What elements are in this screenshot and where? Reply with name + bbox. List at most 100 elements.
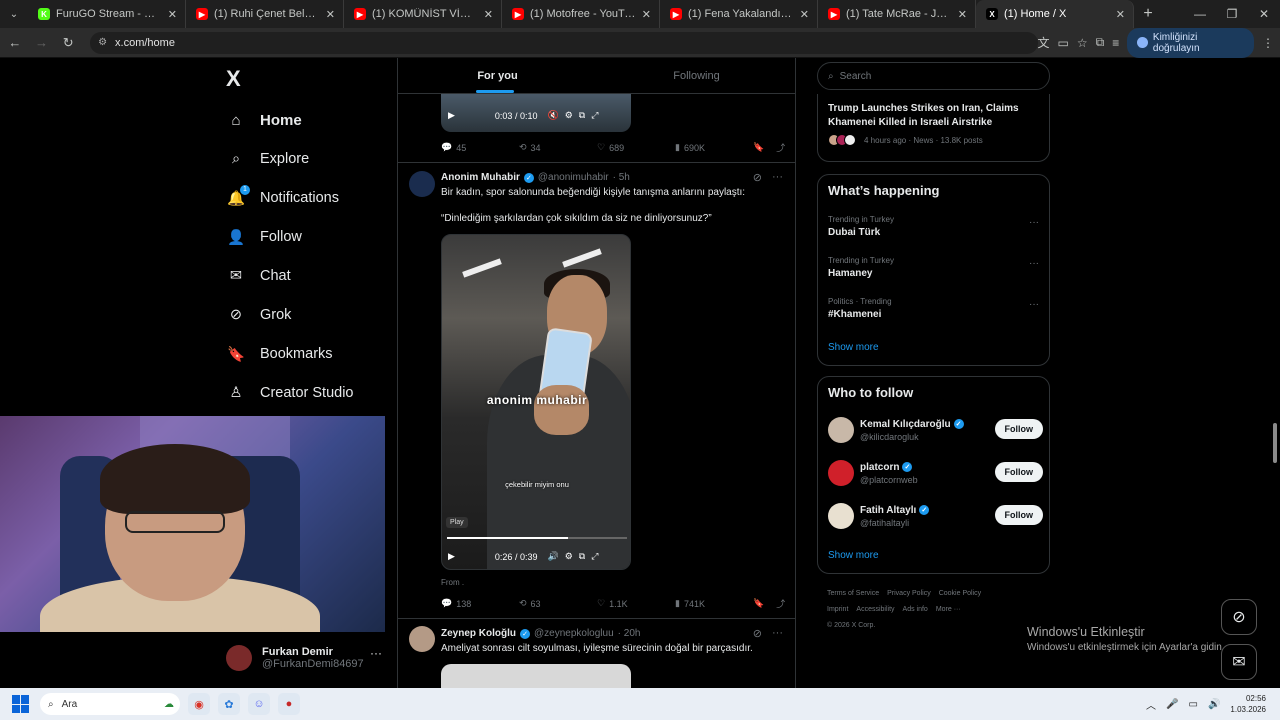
- pip-icon[interactable]: ⧉: [579, 110, 585, 121]
- translate-icon[interactable]: 文: [1038, 34, 1050, 51]
- post-more-icon[interactable]: ···: [772, 627, 783, 640]
- post-media[interactable]: [441, 664, 631, 688]
- settings-icon[interactable]: ⚙: [565, 110, 573, 121]
- volume-icon[interactable]: 🔊: [547, 551, 558, 562]
- maximize-button[interactable]: ❐: [1216, 0, 1248, 28]
- trend-more-icon[interactable]: ···: [1029, 258, 1039, 269]
- close-tab-icon[interactable]: ✕: [484, 8, 493, 21]
- url-bar[interactable]: ⚙ x.com/home: [90, 31, 1038, 54]
- nav-item-bookmarks[interactable]: 🔖 Bookmarks: [226, 339, 333, 369]
- volume-icon[interactable]: 🔊: [1208, 699, 1220, 710]
- who-show-more[interactable]: Show more: [828, 550, 879, 561]
- network-icon[interactable]: ▭: [1189, 699, 1198, 710]
- nav-item-home[interactable]: ⌂ Home: [226, 105, 301, 135]
- close-tab-icon[interactable]: ✕: [642, 8, 651, 21]
- like-button[interactable]: ♡ 689: [597, 142, 675, 153]
- views-button[interactable]: ▮ 690K: [675, 142, 753, 153]
- browser-tab[interactable]: ▶ (1) Ruhi Çenet Belgeselleri - Yo ✕: [186, 0, 344, 28]
- microphone-icon[interactable]: 🎤: [1166, 699, 1178, 710]
- search-input[interactable]: ⌕ Search: [817, 62, 1050, 90]
- share-icon[interactable]: ⤴: [776, 597, 785, 610]
- trends-show-more[interactable]: Show more: [828, 342, 879, 353]
- grok-icon[interactable]: ⊘: [753, 627, 762, 640]
- bookmark-icon[interactable]: 🔖: [753, 142, 764, 153]
- fullscreen-icon[interactable]: ⤢: [591, 551, 598, 562]
- close-tab-icon[interactable]: ✕: [326, 8, 335, 21]
- settings-icon[interactable]: ⚙: [565, 551, 573, 562]
- who-to-follow-item[interactable]: platcorn ✓ @platcornweb Follow: [828, 458, 1043, 488]
- footer-link[interactable]: Cookie Policy: [939, 590, 981, 597]
- taskbar-search[interactable]: ⌕ Ara ☁: [40, 693, 180, 715]
- app-icon[interactable]: ✿: [218, 693, 240, 715]
- browser-tab[interactable]: K FuruGO Stream - Watch Live o ✕: [28, 0, 186, 28]
- post-time[interactable]: · 5h: [613, 172, 630, 183]
- follow-button[interactable]: Follow: [994, 462, 1043, 482]
- media-control-icon[interactable]: ≡: [1112, 36, 1119, 50]
- like-button[interactable]: ♡ 1.1K: [597, 598, 675, 609]
- post-video[interactable]: anonim muhabir çekebilir miyim onu Play: [441, 234, 631, 570]
- browser-menu-icon[interactable]: ⋮: [1262, 36, 1274, 50]
- chrome-icon[interactable]: ◉: [188, 693, 210, 715]
- trend-item[interactable]: Politics · Trending #Khamenei ···: [828, 297, 1043, 320]
- close-tab-icon[interactable]: ✕: [958, 8, 967, 21]
- footer-link[interactable]: © 2026 X Corp.: [827, 622, 875, 629]
- news-card[interactable]: Trump Launches Strikes on Iran, Claims K…: [817, 94, 1050, 162]
- more-icon[interactable]: ···: [370, 646, 382, 660]
- browser-tab[interactable]: X (1) Home / X ✕: [976, 0, 1134, 28]
- trend-item[interactable]: Trending in Turkey Hamaney ···: [828, 256, 1043, 279]
- tab-following[interactable]: Following: [597, 58, 795, 93]
- bookmark-star-icon[interactable]: ☆: [1077, 36, 1088, 50]
- author-name[interactable]: Anonim Muhabir: [441, 172, 520, 183]
- repost-button[interactable]: ⟲ 63: [519, 598, 597, 609]
- mute-icon[interactable]: 🔇: [547, 110, 558, 121]
- close-tab-icon[interactable]: ✕: [800, 8, 809, 21]
- bookmark-icon[interactable]: 🔖: [753, 598, 764, 609]
- news-title[interactable]: Trump Launches Strikes on Iran, Claims K…: [828, 102, 1043, 130]
- post-time[interactable]: · 20h: [618, 628, 641, 639]
- forward-button[interactable]: →: [30, 35, 54, 50]
- footer-link[interactable]: More ···: [936, 606, 961, 613]
- account-switcher[interactable]: Furkan Demir @FurkanDemi84697 ···: [226, 638, 386, 678]
- avatar[interactable]: [409, 171, 435, 197]
- app-icon-red[interactable]: ●: [278, 693, 300, 715]
- site-info-icon[interactable]: ⚙: [98, 37, 107, 48]
- pip-icon[interactable]: ⧉: [579, 551, 585, 562]
- from-label[interactable]: From .: [441, 578, 464, 587]
- discord-icon[interactable]: ☺: [248, 693, 270, 715]
- extensions-icon[interactable]: ⧉: [1096, 35, 1105, 50]
- scrollbar-thumb[interactable]: [1273, 423, 1277, 463]
- close-tab-icon[interactable]: ✕: [1116, 8, 1125, 21]
- trend-item[interactable]: Trending in Turkey Dubai Türk ···: [828, 215, 1043, 238]
- tab-search-button[interactable]: ⌄: [0, 0, 28, 28]
- author-handle[interactable]: @anonimuhabir: [538, 172, 609, 183]
- footer-link[interactable]: Privacy Policy: [887, 590, 931, 597]
- browser-tab[interactable]: ▶ (1) Motofree - YouTube ✕: [502, 0, 660, 28]
- nav-item-explore[interactable]: ⌕ Explore: [226, 144, 309, 174]
- grok-icon[interactable]: ⊘: [753, 171, 762, 184]
- page-scrollbar[interactable]: [1270, 58, 1280, 688]
- follow-button[interactable]: Follow: [994, 419, 1043, 439]
- share-icon[interactable]: ⤴: [776, 141, 785, 154]
- clock[interactable]: 02:56 1.03.2026: [1230, 693, 1266, 715]
- browser-tab[interactable]: ▶ (1) Fena Yakalandı TÜRKİYE'DE ✕: [660, 0, 818, 28]
- footer-link[interactable]: Accessibility: [856, 606, 894, 613]
- messages-fab-button[interactable]: ✉: [1221, 644, 1257, 680]
- grok-fab-button[interactable]: ⊘: [1221, 599, 1257, 635]
- nav-item-notifications[interactable]: 🔔 1 Notifications: [226, 183, 339, 213]
- back-button[interactable]: ←: [3, 35, 27, 50]
- browser-tab[interactable]: ▶ (1) Tate McRae - Just Keep Wa ✕: [818, 0, 976, 28]
- footer-link[interactable]: Terms of Service: [827, 590, 879, 597]
- profile-verify-button[interactable]: Kimliğinizi doğrulayın: [1127, 27, 1255, 58]
- tab-for-you[interactable]: For you: [398, 58, 597, 93]
- author-handle[interactable]: @zeynepkologluu: [534, 628, 614, 639]
- footer-link[interactable]: Imprint: [827, 606, 848, 613]
- fullscreen-icon[interactable]: ⤢: [591, 110, 598, 121]
- chevron-up-icon[interactable]: ︿: [1146, 697, 1156, 712]
- nav-item-follow[interactable]: 👤 Follow: [226, 222, 302, 252]
- follow-button[interactable]: Follow: [994, 505, 1043, 525]
- who-to-follow-item[interactable]: Kemal Kılıçdaroğlu ✓ @kilicdarogluk Follow: [828, 415, 1043, 445]
- who-to-follow-item[interactable]: Fatih Altaylı ✓ @fatihaltayli Follow: [828, 501, 1043, 531]
- close-tab-icon[interactable]: ✕: [168, 8, 177, 21]
- nav-item-chat[interactable]: ✉ Chat: [226, 261, 291, 291]
- browser-tab[interactable]: ▶ (1) KOMÜNİST VİETNAM'A GE ✕: [344, 0, 502, 28]
